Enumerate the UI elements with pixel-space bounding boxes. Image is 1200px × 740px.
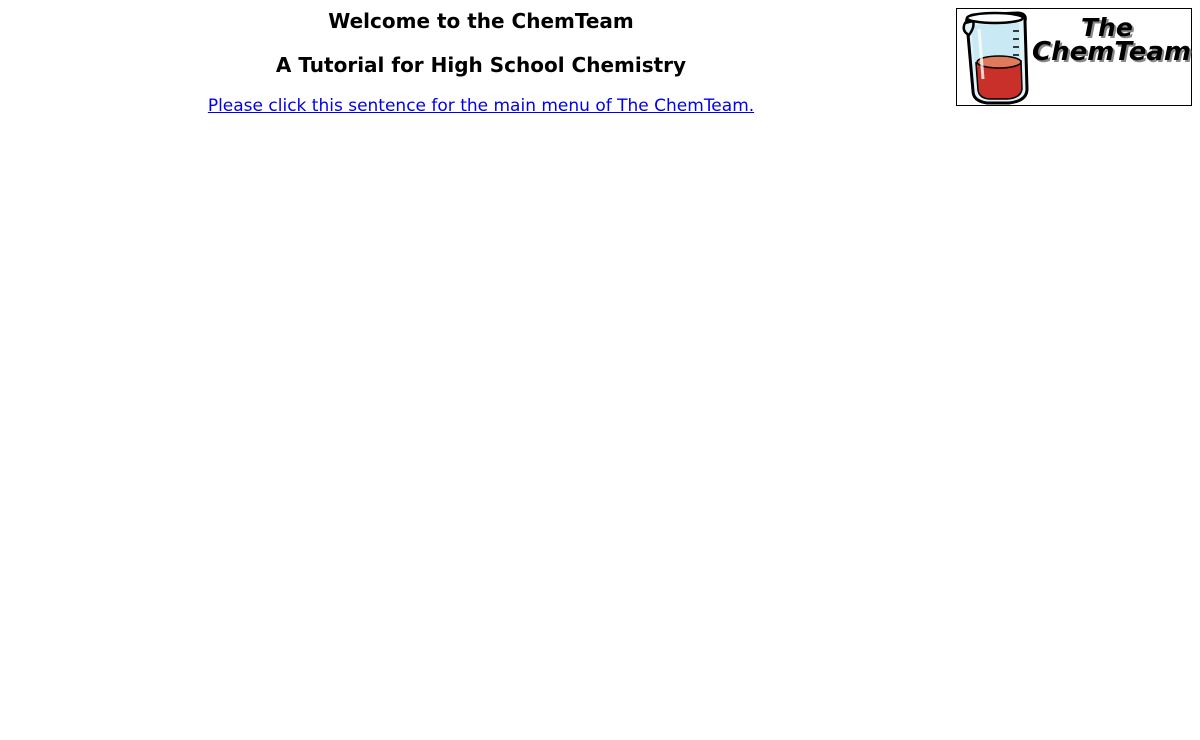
page: Welcome to the ChemTeam A Tutorial for H… — [0, 0, 1200, 740]
logo-text-chemteam: ChemTeam — [1032, 37, 1191, 67]
welcome-heading: Welcome to the ChemTeam — [328, 9, 634, 33]
tutorial-subtitle: A Tutorial for High School Chemistry — [275, 53, 687, 77]
chemteam-logo: The ChemTeam — [956, 8, 1192, 106]
main-menu-link[interactable]: Please click this sentence for the main … — [200, 95, 762, 117]
